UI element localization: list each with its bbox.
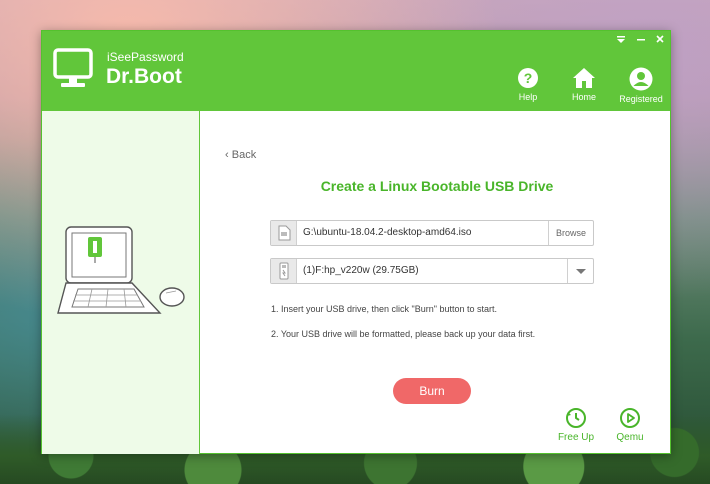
menu-icon[interactable] [614, 33, 628, 47]
usb-drive-select[interactable]: (1)F:hp_v220w (29.75GB) [270, 258, 594, 284]
registered-button[interactable]: Registered [611, 67, 671, 104]
computer-illustration-icon [57, 226, 185, 314]
home-icon [573, 68, 595, 88]
monitor-logo-icon [53, 48, 93, 87]
qemu-label: Qemu [616, 432, 644, 443]
chevron-down-icon[interactable] [567, 259, 593, 283]
browse-button[interactable]: Browse [548, 221, 593, 245]
help-label: Help [518, 92, 538, 102]
back-label: Back [231, 149, 257, 161]
instruction-1: 1. Insert your USB drive, then click "Bu… [271, 304, 497, 314]
usb-icon [271, 259, 297, 283]
back-link[interactable]: ‹ Back [225, 149, 256, 161]
home-button[interactable]: Home [554, 67, 614, 102]
user-icon [629, 67, 653, 91]
sidebar [42, 111, 200, 454]
qemu-icon [620, 408, 640, 428]
app-window: iSeePassword Dr.Boot ? Help Home Registe… [41, 30, 671, 454]
brand-title: Dr.Boot [106, 65, 182, 88]
instruction-2: 2. Your USB drive will be formatted, ple… [271, 329, 536, 339]
iso-path-field[interactable]: G:\ubuntu-18.04.2-desktop-amd64.iso Brow… [270, 220, 594, 246]
minimize-icon[interactable] [634, 33, 648, 47]
registered-label: Registered [619, 94, 663, 104]
page-title: Create a Linux Bootable USB Drive [320, 178, 554, 194]
free-up-button[interactable]: Free Up [554, 407, 598, 443]
svg-text:?: ? [524, 70, 533, 86]
help-button[interactable]: ? Help [498, 67, 558, 102]
free-up-label: Free Up [557, 432, 595, 443]
brand-subtitle: iSeePassword [107, 50, 184, 64]
iso-path-value: G:\ubuntu-18.04.2-desktop-amd64.iso [303, 227, 472, 238]
help-icon: ? [518, 68, 538, 88]
chevron-left-icon: ‹ [225, 149, 229, 161]
burn-button[interactable]: Burn [393, 378, 471, 404]
home-label: Home [571, 92, 596, 102]
close-icon[interactable] [653, 33, 667, 47]
usb-drive-value: (1)F:hp_v220w (29.75GB) [303, 265, 419, 276]
qemu-button[interactable]: Qemu [608, 407, 652, 443]
free-up-icon [566, 408, 586, 428]
file-icon [271, 221, 297, 245]
app-header: iSeePassword Dr.Boot ? Help Home Registe… [42, 31, 670, 111]
